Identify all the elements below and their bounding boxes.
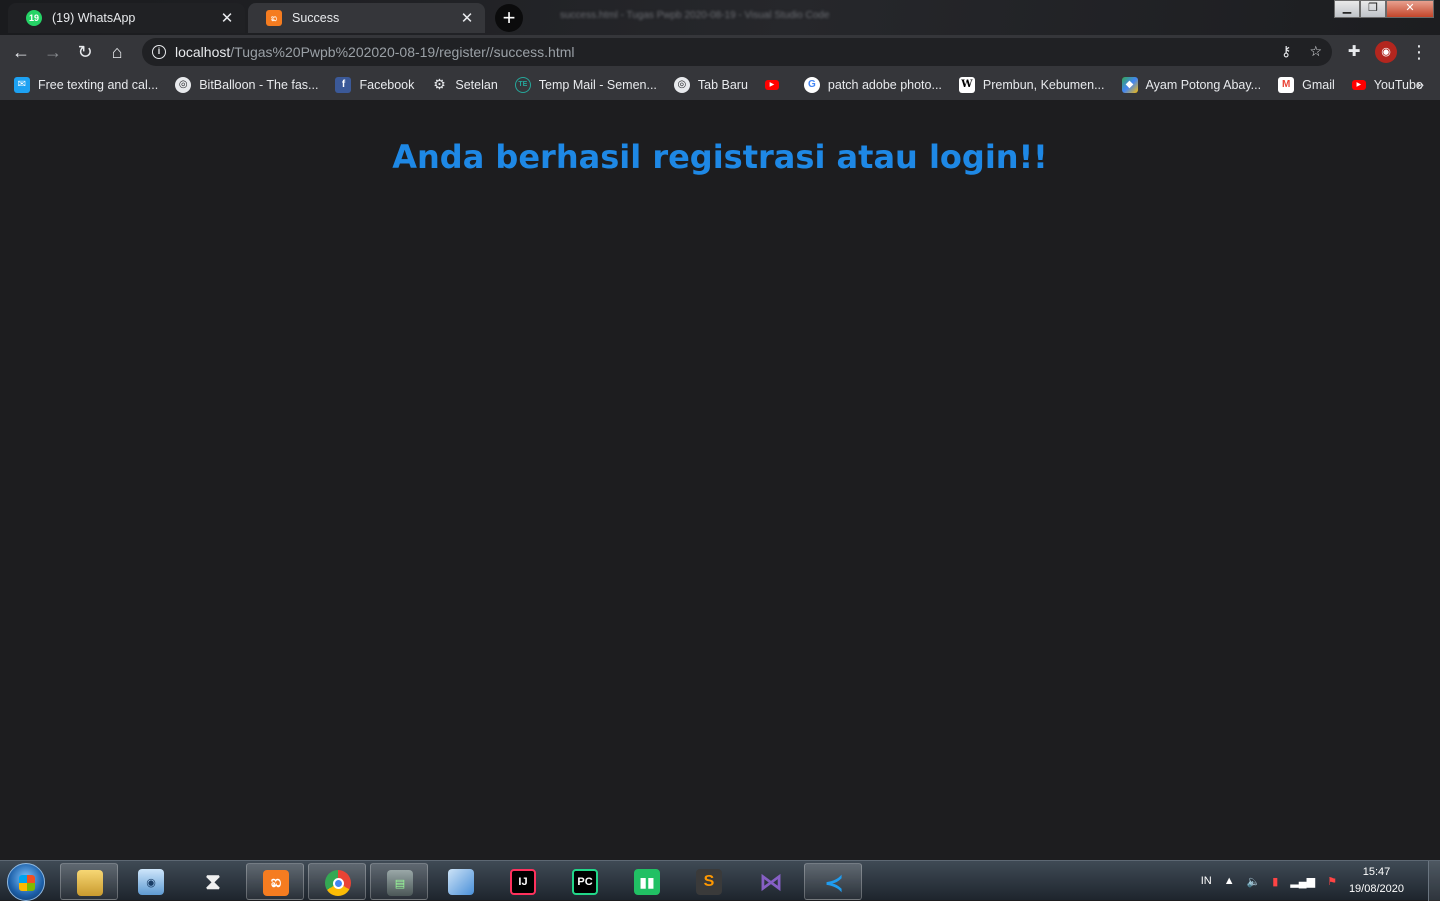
minimize-button[interactable]: ▁ bbox=[1334, 0, 1360, 18]
signal-icon[interactable]: ▂▄▆ bbox=[1290, 875, 1315, 888]
textfree-icon: ✉ bbox=[14, 76, 30, 93]
bookmark-item[interactable]: ✉ Free texting and cal... bbox=[14, 76, 158, 93]
taskbar-xampp[interactable]: ಐ bbox=[246, 863, 304, 900]
site-info-icon[interactable]: i bbox=[152, 45, 166, 59]
bookmarks-bar: ✉ Free texting and cal... ◎ BitBalloon - T… bbox=[0, 69, 1440, 100]
globe-icon: ◎ bbox=[673, 76, 690, 93]
battery-icon[interactable]: ▮ bbox=[1272, 875, 1278, 888]
tempmail-icon: TE bbox=[514, 76, 531, 93]
bookmark-item[interactable]: f Facebook bbox=[335, 76, 414, 93]
monitor-icon: ▤ bbox=[387, 870, 413, 896]
tab-success[interactable]: ಐ Success ✕ bbox=[248, 3, 485, 33]
bookmark-item[interactable]: ▶ YouTube bbox=[1351, 78, 1423, 92]
cube-icon bbox=[448, 869, 474, 895]
restore-button[interactable]: ❐ bbox=[1360, 0, 1386, 18]
tab-strip: 19 (19) WhatsApp ✕ ಐ Success ✕ + success… bbox=[0, 0, 1440, 35]
url-path: /Tugas%20Pwpb%202020-08-19/register//suc… bbox=[230, 44, 575, 60]
bookmark-item[interactable]: Gpatch adobe photo... bbox=[803, 76, 942, 93]
taskbar-sublime[interactable]: S bbox=[680, 863, 738, 900]
home-icon[interactable]: ⌂ bbox=[104, 39, 130, 65]
toolbar: ← → ↻ ⌂ i localhost/Tugas%20Pwpb%202020-… bbox=[0, 35, 1440, 69]
language-indicator[interactable]: IN bbox=[1201, 875, 1212, 887]
close-icon[interactable]: ✕ bbox=[219, 9, 235, 27]
reload-icon[interactable]: ↻ bbox=[72, 39, 98, 65]
window-controls: ▁ ❐ ✕ bbox=[1334, 0, 1434, 18]
clock-time: 15:47 bbox=[1362, 866, 1391, 878]
close-window-button[interactable]: ✕ bbox=[1386, 0, 1434, 18]
folder-icon bbox=[77, 870, 103, 896]
vscode-icon: ≺ bbox=[823, 869, 845, 897]
key-icon[interactable]: ⚷ bbox=[1281, 43, 1291, 60]
bookmark-item[interactable]: ◎ BitBalloon - The fas... bbox=[175, 76, 318, 93]
pycharm-icon: PC bbox=[572, 869, 598, 895]
clock-date: 19/08/2020 bbox=[1348, 883, 1404, 895]
taskbar-terminal[interactable]: ▤ bbox=[370, 863, 428, 900]
extensions-icon[interactable]: ✚ bbox=[1341, 39, 1367, 65]
new-tab-button[interactable]: + bbox=[495, 4, 523, 32]
tab-whatsapp[interactable]: 19 (19) WhatsApp ✕ bbox=[8, 3, 245, 33]
more-bookmarks-icon[interactable]: » bbox=[1416, 76, 1424, 92]
taskbar-board-app[interactable]: ▮▮ bbox=[618, 863, 676, 900]
back-icon[interactable]: ← bbox=[8, 39, 34, 65]
taskbar-chrome[interactable] bbox=[308, 863, 366, 900]
close-icon[interactable]: ✕ bbox=[459, 9, 475, 27]
taskbar-visual-studio[interactable]: ⋈ bbox=[742, 863, 800, 900]
background-window-title: success.html - Tugas Pwpb 2020-08-19 - V… bbox=[560, 10, 830, 21]
youtube-icon: ▶ bbox=[1351, 79, 1366, 90]
taskbar: ◉ ⧗ ಐ ▤ IJ PC ▮▮ S ⋈ ≺ IN ▲ 🔈 ▮ ▂▄▆ ⚑ 15… bbox=[0, 860, 1440, 901]
taskbar-camera[interactable]: ◉ bbox=[122, 863, 180, 900]
avatar[interactable]: ◉ bbox=[1375, 41, 1397, 63]
success-heading: Anda berhasil registrasi atau login!! bbox=[392, 138, 1048, 176]
maps-icon: ◆ bbox=[1121, 76, 1138, 93]
show-desktop-button[interactable] bbox=[1428, 861, 1440, 901]
tab-title: Success bbox=[292, 11, 340, 25]
start-button[interactable] bbox=[7, 863, 45, 901]
taskbar-hourglass[interactable]: ⧗ bbox=[184, 863, 242, 900]
whatsapp-icon: 19 bbox=[26, 10, 42, 26]
taskbar-intellij[interactable]: IJ bbox=[494, 863, 552, 900]
wikipedia-icon: W bbox=[958, 76, 975, 93]
hourglass-icon: ⧗ bbox=[205, 869, 221, 894]
tab-title: (19) WhatsApp bbox=[52, 11, 136, 25]
bookmark-item[interactable]: ▶ bbox=[764, 79, 787, 90]
taskbar-virtualbox[interactable] bbox=[432, 863, 490, 900]
flag-icon[interactable]: ⚑ bbox=[1327, 875, 1337, 888]
url-host: localhost bbox=[175, 44, 231, 60]
camera-icon: ◉ bbox=[138, 869, 164, 895]
tray-expand-icon[interactable]: ▲ bbox=[1224, 875, 1235, 887]
page-content: Anda berhasil registrasi atau login!! bbox=[0, 100, 1440, 860]
bookmark-item[interactable]: ◆ Ayam Potong Abay... bbox=[1121, 76, 1261, 93]
xampp-icon: ಐ bbox=[263, 870, 289, 896]
bookmark-item[interactable]: ⚙ Setelan bbox=[431, 76, 498, 93]
address-bar[interactable]: i localhost/Tugas%20Pwpb%202020-08-19/re… bbox=[142, 38, 1332, 66]
visual-studio-icon: ⋈ bbox=[759, 868, 783, 896]
forward-icon[interactable]: → bbox=[40, 39, 66, 65]
bookmark-item[interactable]: W Prembun, Kebumen... bbox=[958, 76, 1105, 93]
google-icon: G bbox=[803, 76, 820, 93]
menu-icon[interactable]: ⋮ bbox=[1406, 39, 1432, 65]
taskbar-file-explorer[interactable] bbox=[60, 863, 118, 900]
clock[interactable]: 15:47 19/08/2020 bbox=[1349, 864, 1404, 898]
youtube-icon: ▶ bbox=[764, 79, 779, 90]
system-tray: IN ▲ 🔈 ▮ ▂▄▆ ⚑ 15:47 19/08/2020 bbox=[1201, 861, 1440, 901]
taskbar-vscode[interactable]: ≺ bbox=[804, 863, 862, 900]
volume-icon[interactable]: 🔈 bbox=[1247, 875, 1261, 888]
gmail-icon: M bbox=[1278, 76, 1295, 93]
intellij-icon: IJ bbox=[510, 869, 536, 895]
xampp-icon: ಐ bbox=[266, 10, 282, 26]
bookmark-star-icon[interactable]: ☆ bbox=[1309, 43, 1322, 60]
chrome-icon bbox=[325, 870, 351, 896]
gear-icon: ⚙ bbox=[433, 76, 446, 92]
globe-icon: ◎ bbox=[175, 76, 192, 93]
sublime-icon: S bbox=[696, 869, 722, 895]
bookmark-item[interactable]: TE Temp Mail - Semen... bbox=[514, 76, 657, 93]
taskbar-pycharm[interactable]: PC bbox=[556, 863, 614, 900]
bookmark-item[interactable]: ◎ Tab Baru bbox=[673, 76, 748, 93]
board-icon: ▮▮ bbox=[634, 869, 660, 895]
bookmark-item[interactable]: M Gmail bbox=[1278, 76, 1335, 93]
facebook-icon: f bbox=[335, 76, 352, 93]
